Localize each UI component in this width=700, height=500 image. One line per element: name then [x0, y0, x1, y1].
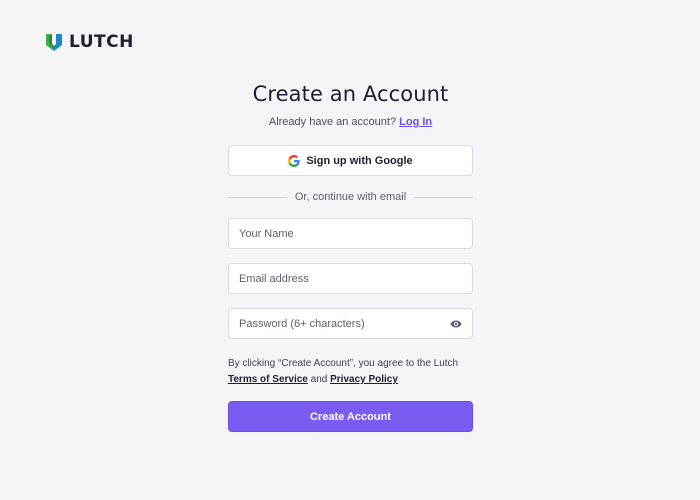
email-divider: Or, continue with email	[228, 191, 473, 203]
terms-notice: By clicking “Create Account”, you agree …	[228, 356, 473, 388]
privacy-policy-link[interactable]: Privacy Policy	[330, 374, 398, 385]
password-field	[228, 308, 473, 339]
terms-of-service-link[interactable]: Terms of Service	[228, 374, 308, 385]
brand-name: LUTCH	[69, 32, 134, 52]
email-field	[228, 263, 473, 294]
google-icon	[288, 154, 301, 167]
terms-conjunction: and	[310, 374, 328, 385]
google-signup-button[interactable]: Sign up with Google	[228, 145, 473, 176]
lutch-shield-icon	[46, 34, 62, 51]
signup-form: Create an Account Already have an accoun…	[228, 82, 473, 432]
login-link[interactable]: Log In	[399, 116, 432, 128]
login-prompt: Already have an account? Log In	[228, 116, 473, 128]
google-signup-label: Sign up with Google	[306, 154, 413, 167]
page-title: Create an Account	[252, 82, 449, 106]
eye-icon[interactable]	[450, 318, 462, 330]
name-field	[228, 218, 473, 249]
terms-prefix: By clicking “Create Account”, you agree …	[228, 358, 459, 369]
password-input[interactable]	[229, 309, 472, 338]
signup-page: LUTCH Create an Account Already have an …	[0, 0, 700, 500]
email-input[interactable]	[229, 264, 472, 293]
divider-line-left	[228, 196, 287, 198]
create-account-button[interactable]: Create Account	[228, 401, 473, 432]
divider-text: Or, continue with email	[294, 191, 407, 203]
brand-logo[interactable]: LUTCH	[44, 32, 134, 52]
divider-line-right	[414, 196, 473, 198]
name-input[interactable]	[229, 219, 472, 248]
login-prompt-text: Already have an account?	[268, 116, 397, 128]
